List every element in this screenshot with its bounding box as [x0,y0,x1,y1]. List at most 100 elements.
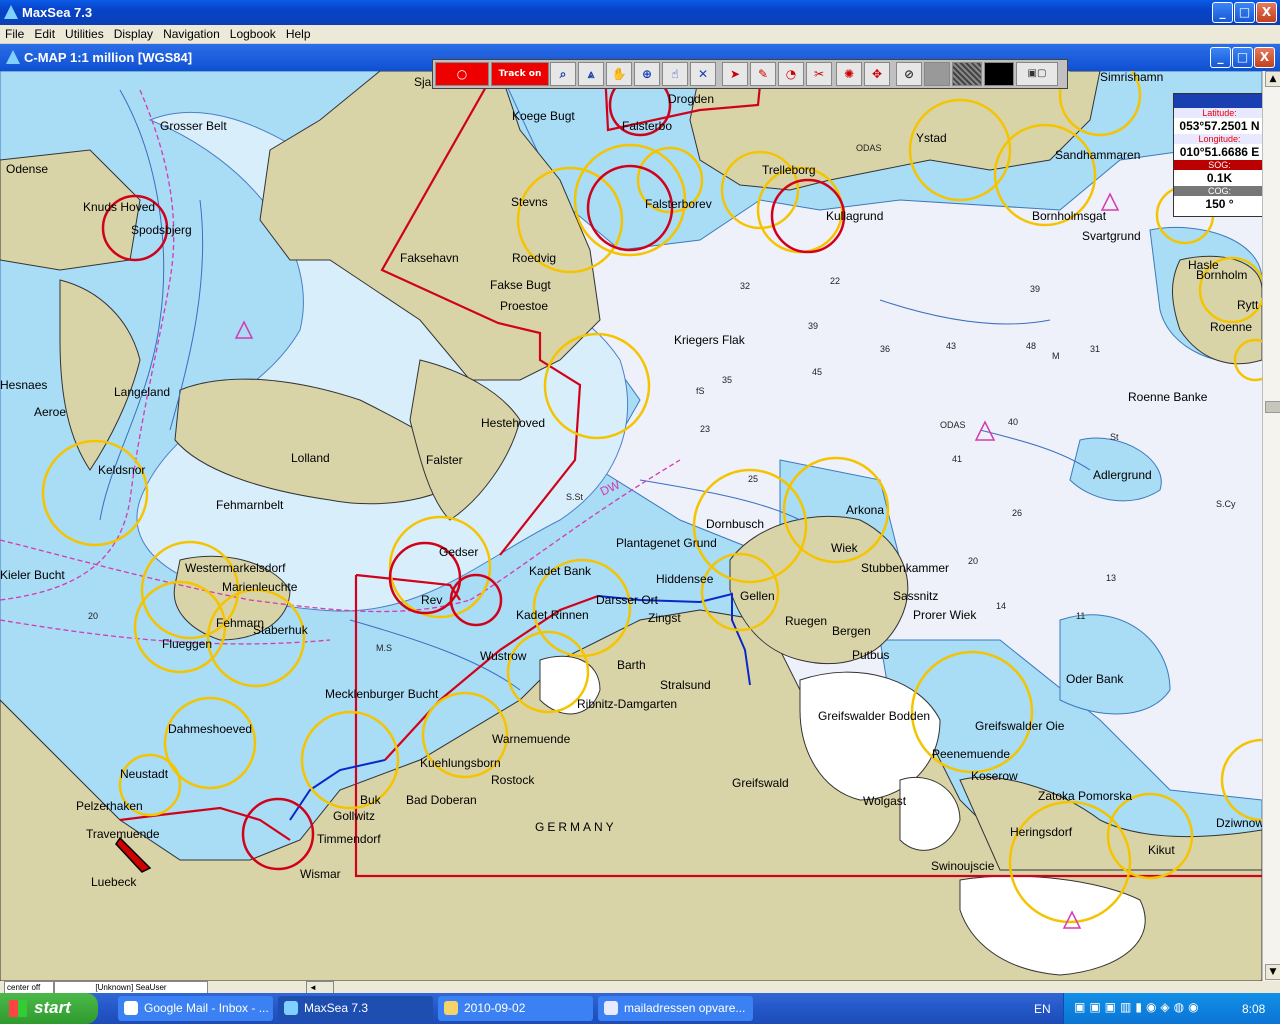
maxsea-icon [284,1001,298,1015]
track-on-button[interactable]: Track on [491,62,549,86]
task-google-mail[interactable]: Google Mail - Inbox - ... [118,996,273,1021]
scroll-down-icon[interactable]: ▼ [1265,964,1280,980]
menu-utilities[interactable]: Utilities [60,25,109,41]
place-label: Lolland [291,451,330,465]
system-tray: EN ▣▣▣▥▮◉◈◍◉ 8:08 [1034,993,1280,1024]
tray-icons[interactable]: ▣▣▣▥▮◉◈◍◉ [1074,1000,1203,1014]
place-label: Oder Bank [1066,672,1124,686]
minimize-button[interactable]: _ [1212,2,1233,23]
circle-tool-icon[interactable]: ⊘ [896,62,922,86]
center-icon[interactable]: ⊕ [634,62,660,86]
scroll-up-icon[interactable]: ▲ [1265,71,1280,87]
task-folder[interactable]: 2010-09-02 [438,996,593,1021]
sounding: 31 [1090,344,1101,354]
nautical-chart[interactable]: Sjaelland Grosser Belt Odense Knuds Hove… [0,71,1262,981]
menu-file[interactable]: File [0,25,29,41]
cog-value: 150 ° [1174,196,1265,212]
place-label: Hiddensee [656,572,714,586]
sounding: M [1052,351,1060,361]
place-label: Svartgrund [1082,229,1141,243]
vertical-scrollbar[interactable]: ▲ ▼ [1262,71,1280,981]
place-label: Gellen [740,589,775,603]
pan-hand-icon[interactable]: ✋ [606,62,632,86]
event-icon[interactable]: ✺ [836,62,862,86]
place-label: Timmendorf [317,832,381,846]
place-label: Marienleuchte [222,580,298,594]
zoom-icon[interactable]: ⌕ [550,62,576,86]
place-label: Greifswald [732,776,789,790]
place-label: Prorer Wiek [913,608,977,622]
black-swatch[interactable] [984,62,1014,86]
place-label: Rev [421,593,443,607]
menu-navigation[interactable]: Navigation [158,25,225,41]
window-layout-icon[interactable]: ▣▢ [1016,62,1058,86]
place-label: Dornbusch [706,517,765,531]
sounding: 43 [946,341,957,351]
place-label: Stubbenkammer [861,561,950,575]
place-label: GERMANY [535,820,617,834]
windows-taskbar: start Google Mail - Inbox - ... MaxSea 7… [0,993,1280,1024]
sounding: 11 [1076,611,1086,621]
sounding: 32 [740,281,751,291]
place-label: Spodsbjerg [131,223,192,237]
pointer-icon[interactable]: ➤ [722,62,748,86]
start-button[interactable]: start [0,993,98,1024]
mark-icon[interactable]: ◔ [778,62,804,86]
close-button[interactable]: X [1256,2,1277,23]
place-label: Dahmeshoeved [168,722,253,736]
sounding: 20 [968,556,979,566]
place-label: Kuehlungsborn [420,756,501,770]
place-label: Koege Bugt [512,109,575,123]
hand-tool-icon[interactable]: ☝ [662,62,688,86]
place-label: Koserow [971,769,1018,783]
place-label: Roedvig [512,251,557,265]
panel-header [1174,94,1265,108]
chart-window-icon [6,50,20,64]
status-bar: center off [Unknown] SeaUser ◄ [0,981,1280,994]
chart-close-button[interactable]: X [1254,47,1275,68]
sounding: 23 [700,424,711,434]
measure-icon[interactable]: ✕ [690,62,716,86]
place-label: Kadet Bank [529,564,592,578]
pencil-icon[interactable]: ✎ [750,62,776,86]
chart-minimize-button[interactable]: _ [1210,47,1231,68]
place-label: Ystad [916,131,947,145]
menu-display[interactable]: Display [109,25,158,41]
place-label: Hesnaes [0,378,48,392]
place-label: Kullagrund [826,209,884,223]
place-label: Zingst [648,611,681,625]
language-indicator[interactable]: EN [1034,1002,1051,1016]
place-label: Swinoujscie [931,859,995,873]
scissors-icon[interactable]: ✂ [806,62,832,86]
sounding: S.Cy [1216,499,1236,509]
place-label: Stralsund [660,678,711,692]
place-label: Faksehavn [400,251,459,265]
pattern-swatch[interactable] [952,62,982,86]
menu-edit[interactable]: Edit [29,25,60,41]
place-label: Sassnitz [893,589,939,603]
place-label: Rostock [491,773,535,787]
menu-logbook[interactable]: Logbook [225,25,281,41]
menu-help[interactable]: Help [281,25,316,41]
place-label: Putbus [852,648,890,662]
record-button[interactable]: ○ [435,62,489,86]
grey-swatch[interactable] [924,62,950,86]
longitude-label: Longitude: [1174,134,1265,144]
chart-window-title: C-MAP 1:1 million [WGS84] [24,50,193,65]
place-label: Wolgast [863,794,907,808]
maximize-button[interactable]: □ [1234,2,1255,23]
chart-maximize-button[interactable]: □ [1232,47,1253,68]
sounding: 39 [1030,284,1041,294]
place-label: Adlergrund [1093,468,1152,482]
nav-info-panel: Latitude: 053°57.2501 N Longitude: 010°5… [1173,93,1266,217]
task-mailadressen[interactable]: mailadressen opvare... [598,996,753,1021]
sounding: 25 [748,474,759,484]
place-label: Kikut [1148,843,1175,857]
place-label: Langeland [114,385,171,399]
move-icon[interactable]: ✥ [864,62,890,86]
sounding: 14 [996,601,1007,611]
task-maxsea[interactable]: MaxSea 7.3 [278,996,433,1021]
compass-icon[interactable]: ⩓ [578,62,604,86]
scroll-thumb[interactable] [1265,401,1280,413]
place-label: Fakse Bugt [490,278,551,292]
